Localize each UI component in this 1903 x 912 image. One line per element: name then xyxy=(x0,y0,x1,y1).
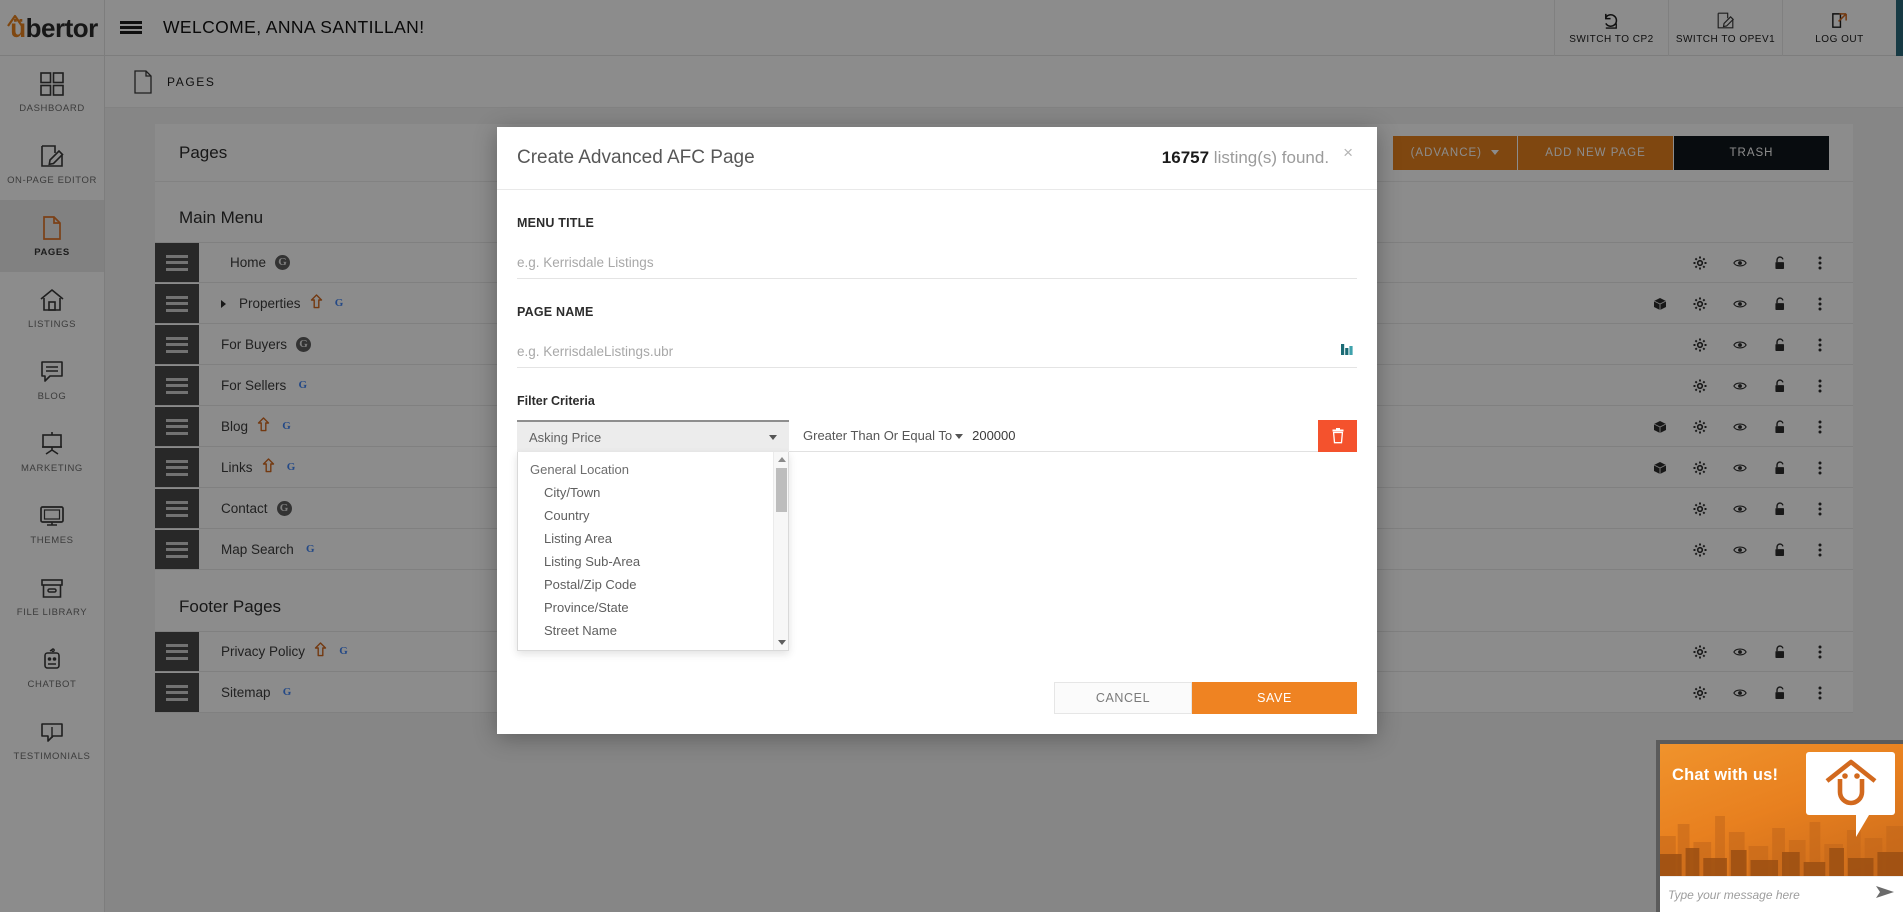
page-name-input[interactable] xyxy=(517,343,1357,359)
chat-banner[interactable]: Chat with us! xyxy=(1660,744,1903,876)
filter-condition-label: Greater Than Or Equal To xyxy=(803,428,953,443)
page-name-field[interactable] xyxy=(517,335,1357,368)
filter-field-select[interactable]: Asking Price xyxy=(517,420,789,452)
filter-field-selected-value: Asking Price xyxy=(529,429,602,445)
dropdown-scrollbar[interactable] xyxy=(773,452,788,650)
filter-condition-area[interactable]: Greater Than Or Equal To 200000 xyxy=(789,420,1318,452)
listing-count-suffix: listing(s) found. xyxy=(1209,148,1330,167)
scrollbar-thumb[interactable] xyxy=(776,468,787,512)
filter-criteria-label: Filter Criteria xyxy=(517,394,595,408)
send-icon[interactable] xyxy=(1875,885,1895,904)
listing-count-number: 16757 xyxy=(1161,148,1210,167)
scroll-up-icon[interactable] xyxy=(777,457,786,462)
scroll-down-icon[interactable] xyxy=(777,640,786,645)
dropdown-option[interactable]: Listing Area xyxy=(518,527,773,550)
dropdown-option[interactable]: Listing Sub-Area xyxy=(518,550,773,573)
listing-count: 16757 listing(s) found. xyxy=(1162,148,1329,168)
menu-title-input[interactable] xyxy=(517,254,1357,270)
cancel-button[interactable]: CANCEL xyxy=(1054,682,1192,714)
dialog-footer: CANCEL SAVE xyxy=(497,662,1377,734)
chat-widget: Chat with us! xyxy=(1656,740,1903,912)
dropdown-option[interactable]: Street Name xyxy=(518,619,773,642)
menu-title-field[interactable] xyxy=(517,246,1357,279)
dropdown-option[interactable]: City/Town xyxy=(518,481,773,504)
dialog-body: MENU TITLE PAGE NAME Filter Criteria Ask… xyxy=(497,190,1377,662)
dialog-title: Create Advanced AFC Page xyxy=(517,147,755,168)
delete-filter-button[interactable] xyxy=(1318,420,1357,452)
chat-input-row xyxy=(1660,876,1903,912)
filter-field-option-list: General Location City/Town Country Listing … xyxy=(518,452,773,650)
dialog-header: Create Advanced AFC Page 16757 listing(s… xyxy=(497,127,1377,190)
menu-title-label: MENU TITLE xyxy=(517,216,594,230)
page-name-label: PAGE NAME xyxy=(517,305,594,319)
chevron-down-icon xyxy=(769,434,777,440)
dropdown-option[interactable]: Postal/Zip Code xyxy=(518,573,773,596)
chevron-down-icon xyxy=(955,434,964,439)
chat-message-input[interactable] xyxy=(1668,887,1875,902)
save-button[interactable]: SAVE xyxy=(1192,682,1357,714)
trash-icon xyxy=(1332,428,1343,444)
filter-row: Asking Price Greater Than Or Equal To 20… xyxy=(517,420,1357,452)
close-icon[interactable]: × xyxy=(1343,144,1353,161)
create-afc-page-dialog: Create Advanced AFC Page 16757 listing(s… xyxy=(497,127,1377,734)
dropdown-option[interactable]: Country xyxy=(518,504,773,527)
chat-headline: Chat with us! xyxy=(1672,766,1779,784)
filter-field-dropdown[interactable]: General Location City/Town Country Listing … xyxy=(517,452,789,651)
chat-logo-bubble xyxy=(1806,752,1895,837)
dropdown-group-label: General Location xyxy=(530,462,630,477)
bar-chart-icon[interactable] xyxy=(1339,342,1355,362)
ubertor-mascot-icon xyxy=(1825,759,1877,806)
dropdown-option[interactable]: Province/State xyxy=(518,596,773,619)
filter-value[interactable]: 200000 xyxy=(972,428,1015,443)
